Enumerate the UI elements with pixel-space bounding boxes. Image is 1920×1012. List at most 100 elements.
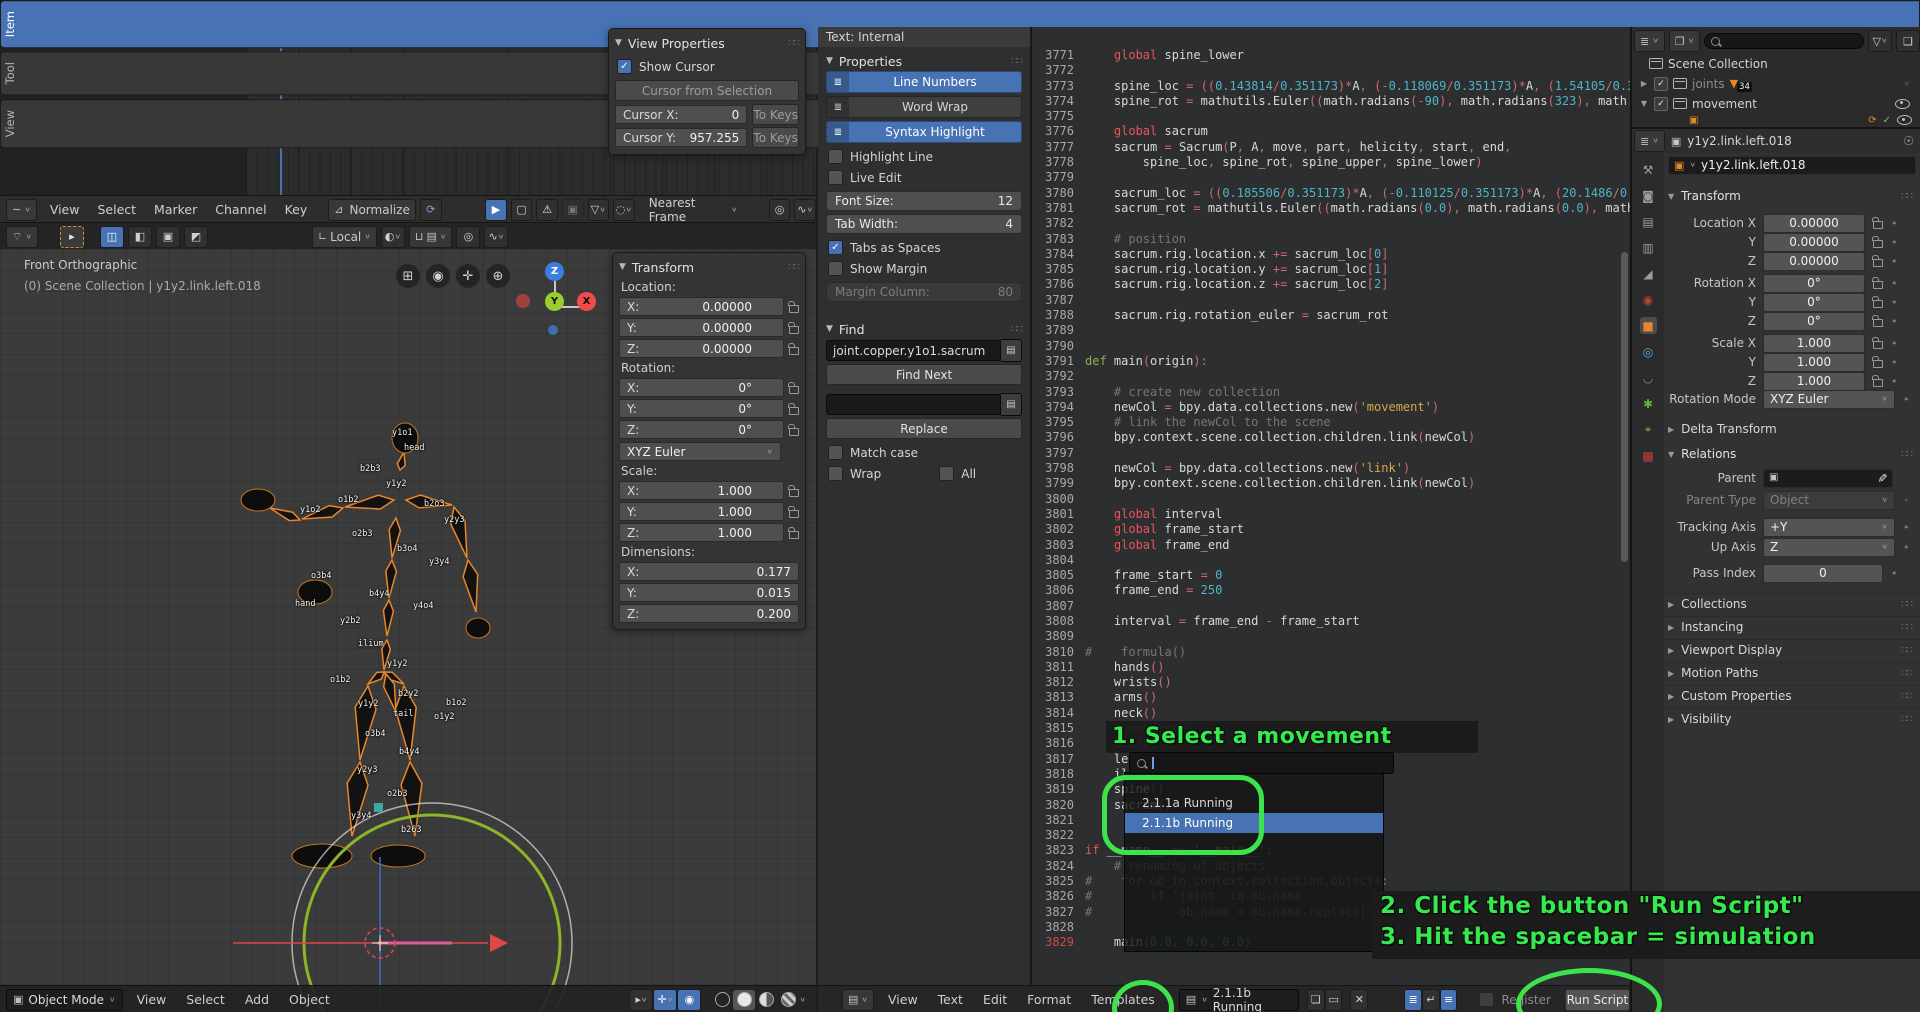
movement-search-input[interactable] — [1129, 752, 1394, 774]
lock-icon[interactable] — [789, 386, 799, 394]
scale-row-field[interactable]: Y:1.000 — [619, 502, 784, 521]
cursor-y-field[interactable]: Cursor Y:957.255 — [615, 128, 747, 147]
code-line[interactable]: 3792 — [1032, 369, 1620, 384]
up-axis-dropdown[interactable]: Z∨ — [1763, 538, 1895, 557]
relations-section-header[interactable]: ▼Relations∷∷ — [1664, 444, 1920, 464]
object-name-field[interactable]: ▣∨ y1y2.link.left.018 — [1668, 156, 1916, 175]
graph-menu-key[interactable]: Key — [276, 197, 317, 222]
gizmo-dropdown-icon[interactable]: ▸∨ — [629, 989, 653, 1011]
code-line[interactable]: 3809 — [1032, 629, 1620, 644]
proportional-icon[interactable]: ◎ — [456, 226, 480, 248]
section-instancing[interactable]: ▶Instancing∷∷ — [1664, 616, 1920, 637]
panel-grip-icon[interactable]: ∷∷ — [788, 38, 799, 49]
code-line[interactable]: 3780 sacrum_loc = ((0.185506/0.351173)*A… — [1032, 186, 1620, 201]
panel-grip-icon[interactable]: ∷∷ — [788, 262, 799, 273]
replace-button[interactable]: Replace — [826, 418, 1022, 439]
select-mode-edge-icon[interactable]: ◧ — [128, 226, 152, 248]
section-viewport-display[interactable]: ▶Viewport Display∷∷ — [1664, 639, 1920, 660]
find-next-button[interactable]: Find Next — [826, 364, 1022, 385]
code-line[interactable]: 3791def main(origin): — [1032, 354, 1620, 369]
graph-menu-select[interactable]: Select — [88, 197, 145, 222]
replace-input[interactable] — [826, 394, 1001, 415]
animate-dot-icon[interactable]: • — [1891, 337, 1898, 350]
graph-menu-view[interactable]: View — [41, 197, 89, 222]
lock-icon[interactable] — [789, 510, 799, 518]
toggle-line-numbers[interactable]: ≣Line Numbers — [826, 71, 1022, 93]
xray-icon[interactable]: ◉ — [677, 989, 701, 1011]
value-field[interactable]: 1.000 — [1763, 372, 1865, 391]
snap-magnet-icon[interactable]: ⊔▤∨ — [409, 226, 453, 248]
code-line[interactable]: 3776 global sacrum — [1032, 124, 1620, 139]
material-properties-icon[interactable]: ▩ — [1640, 447, 1657, 464]
code-line[interactable]: 3790 — [1032, 339, 1620, 354]
show-margin-checkbox[interactable]: Show Margin — [828, 261, 1020, 276]
animate-dot-icon[interactable]: • — [1891, 375, 1898, 388]
render-properties-icon[interactable]: ◙ — [1640, 187, 1657, 204]
outliner-display-icon[interactable]: ❐∨ — [1669, 30, 1700, 52]
location-row-field[interactable]: Z:0.00000 — [619, 339, 784, 358]
value-field[interactable]: 0° — [1763, 293, 1865, 312]
outliner[interactable]: ≣∨ ❐∨ ▽∨ ❏ Scene Collection▶✓joints▼34∨▼… — [1632, 27, 1920, 129]
transform-section-header[interactable]: ▼Transform∷∷ — [1664, 186, 1920, 206]
normalize-button[interactable]: ⊿​Normalize — [328, 199, 416, 221]
code-line[interactable]: 3808 interval = frame_end - frame_start — [1032, 614, 1620, 629]
constraint-properties-icon[interactable]: ✱ — [1640, 395, 1657, 412]
dimension-row-field[interactable]: Z:0.200 — [619, 604, 799, 623]
parent-field[interactable]: ▣✎ — [1763, 469, 1893, 488]
animate-dot-icon[interactable]: • — [1891, 255, 1898, 268]
code-line[interactable]: 3807 — [1032, 599, 1620, 614]
code-line[interactable]: 3812 wrists() — [1032, 675, 1620, 690]
transform-panel-header[interactable]: ▼Transform∷∷ — [619, 257, 799, 277]
section-motion-paths[interactable]: ▶Motion Paths∷∷ — [1664, 662, 1920, 683]
value-field[interactable]: 0.00000 — [1763, 233, 1865, 252]
lock-icon[interactable] — [789, 305, 799, 313]
animate-dot-icon[interactable]: • — [1891, 236, 1898, 249]
code-line[interactable]: 3802 global frame_start — [1032, 522, 1620, 537]
cursor-x-field[interactable]: Cursor X:0 — [615, 105, 747, 124]
outliner-search-input[interactable] — [1704, 33, 1864, 49]
orientation-dropdown[interactable]: ∟Local∨ — [312, 226, 377, 248]
lock-icon[interactable] — [789, 428, 799, 436]
toggle-syntax-highlight[interactable]: ≣Syntax Highlight — [826, 121, 1022, 143]
scale-row-field[interactable]: Z:1.000 — [619, 523, 784, 542]
rotation-row-field[interactable]: Y:0° — [619, 399, 784, 418]
delta-transform-section[interactable]: ▶Delta Transform — [1664, 419, 1920, 439]
scrollbar-thumb[interactable] — [1621, 252, 1628, 562]
checkbox-checked-icon[interactable]: ✓ — [1654, 97, 1668, 111]
text-menu-icon[interactable]: ▤∨ — [842, 989, 874, 1011]
outliner-filter-icon[interactable]: ▽∨ — [1868, 30, 1892, 52]
select-mode-face-icon[interactable]: ▣ — [156, 226, 180, 248]
animate-dot-icon[interactable]: • — [1891, 217, 1898, 230]
replace-history-icon[interactable]: ▤ — [1001, 393, 1022, 416]
rotation-mode-dropdown[interactable]: XYZ Euler∨ — [1763, 390, 1895, 409]
new-text-icon[interactable]: ❏ — [1307, 989, 1325, 1011]
tweak-tool-icon[interactable]: ▶ — [485, 199, 507, 221]
toggle-word-wrap[interactable]: ≣Word Wrap — [826, 96, 1022, 118]
world-properties-icon[interactable]: ◉ — [1640, 291, 1657, 308]
tracking-axis-dropdown[interactable]: +Y∨ — [1763, 518, 1895, 537]
text-datablock-selector[interactable]: ▤∨ 2.1.1b Running — [1179, 989, 1299, 1011]
snap-mode-dropdown[interactable]: Nearest Frame — [649, 196, 727, 224]
to-keys-button[interactable]: To Keys — [752, 127, 799, 148]
lock-icon[interactable] — [1873, 240, 1883, 248]
cursor-from-selection-button[interactable]: Cursor from Selection — [615, 80, 799, 101]
lock-icon[interactable] — [789, 347, 799, 355]
shading-material-icon[interactable] — [755, 990, 777, 1010]
lock-icon[interactable] — [1873, 341, 1883, 349]
checkbox-checked-icon[interactable]: ✓ — [1654, 77, 1668, 91]
value-field[interactable]: 0.00000 — [1763, 214, 1865, 233]
rotation-row-field[interactable]: X:0° — [619, 378, 784, 397]
code-line[interactable]: 3779 — [1032, 170, 1620, 185]
code-line[interactable]: 3810# formula() — [1032, 645, 1620, 660]
select-mode-vertex-icon[interactable]: ◫ — [100, 226, 124, 248]
code-line[interactable]: 3772 — [1032, 63, 1620, 78]
code-line[interactable]: 3787 — [1032, 293, 1620, 308]
code-line[interactable]: 3773 spine_loc = ((0.143814/0.351173)*A,… — [1032, 79, 1620, 94]
word-wrap-toggle-icon[interactable]: ↵ — [1422, 989, 1440, 1011]
viewport-menu-select[interactable]: Select — [176, 987, 235, 1012]
section-visibility[interactable]: ▶Visibility∷∷ — [1664, 708, 1920, 729]
code-line[interactable]: 3793 # create new collection — [1032, 385, 1620, 400]
wrap-checkbox[interactable] — [828, 466, 843, 481]
text-menu-view[interactable]: View — [878, 987, 928, 1012]
mode-dropdown[interactable]: ▣Object Mode∨ — [6, 989, 123, 1011]
